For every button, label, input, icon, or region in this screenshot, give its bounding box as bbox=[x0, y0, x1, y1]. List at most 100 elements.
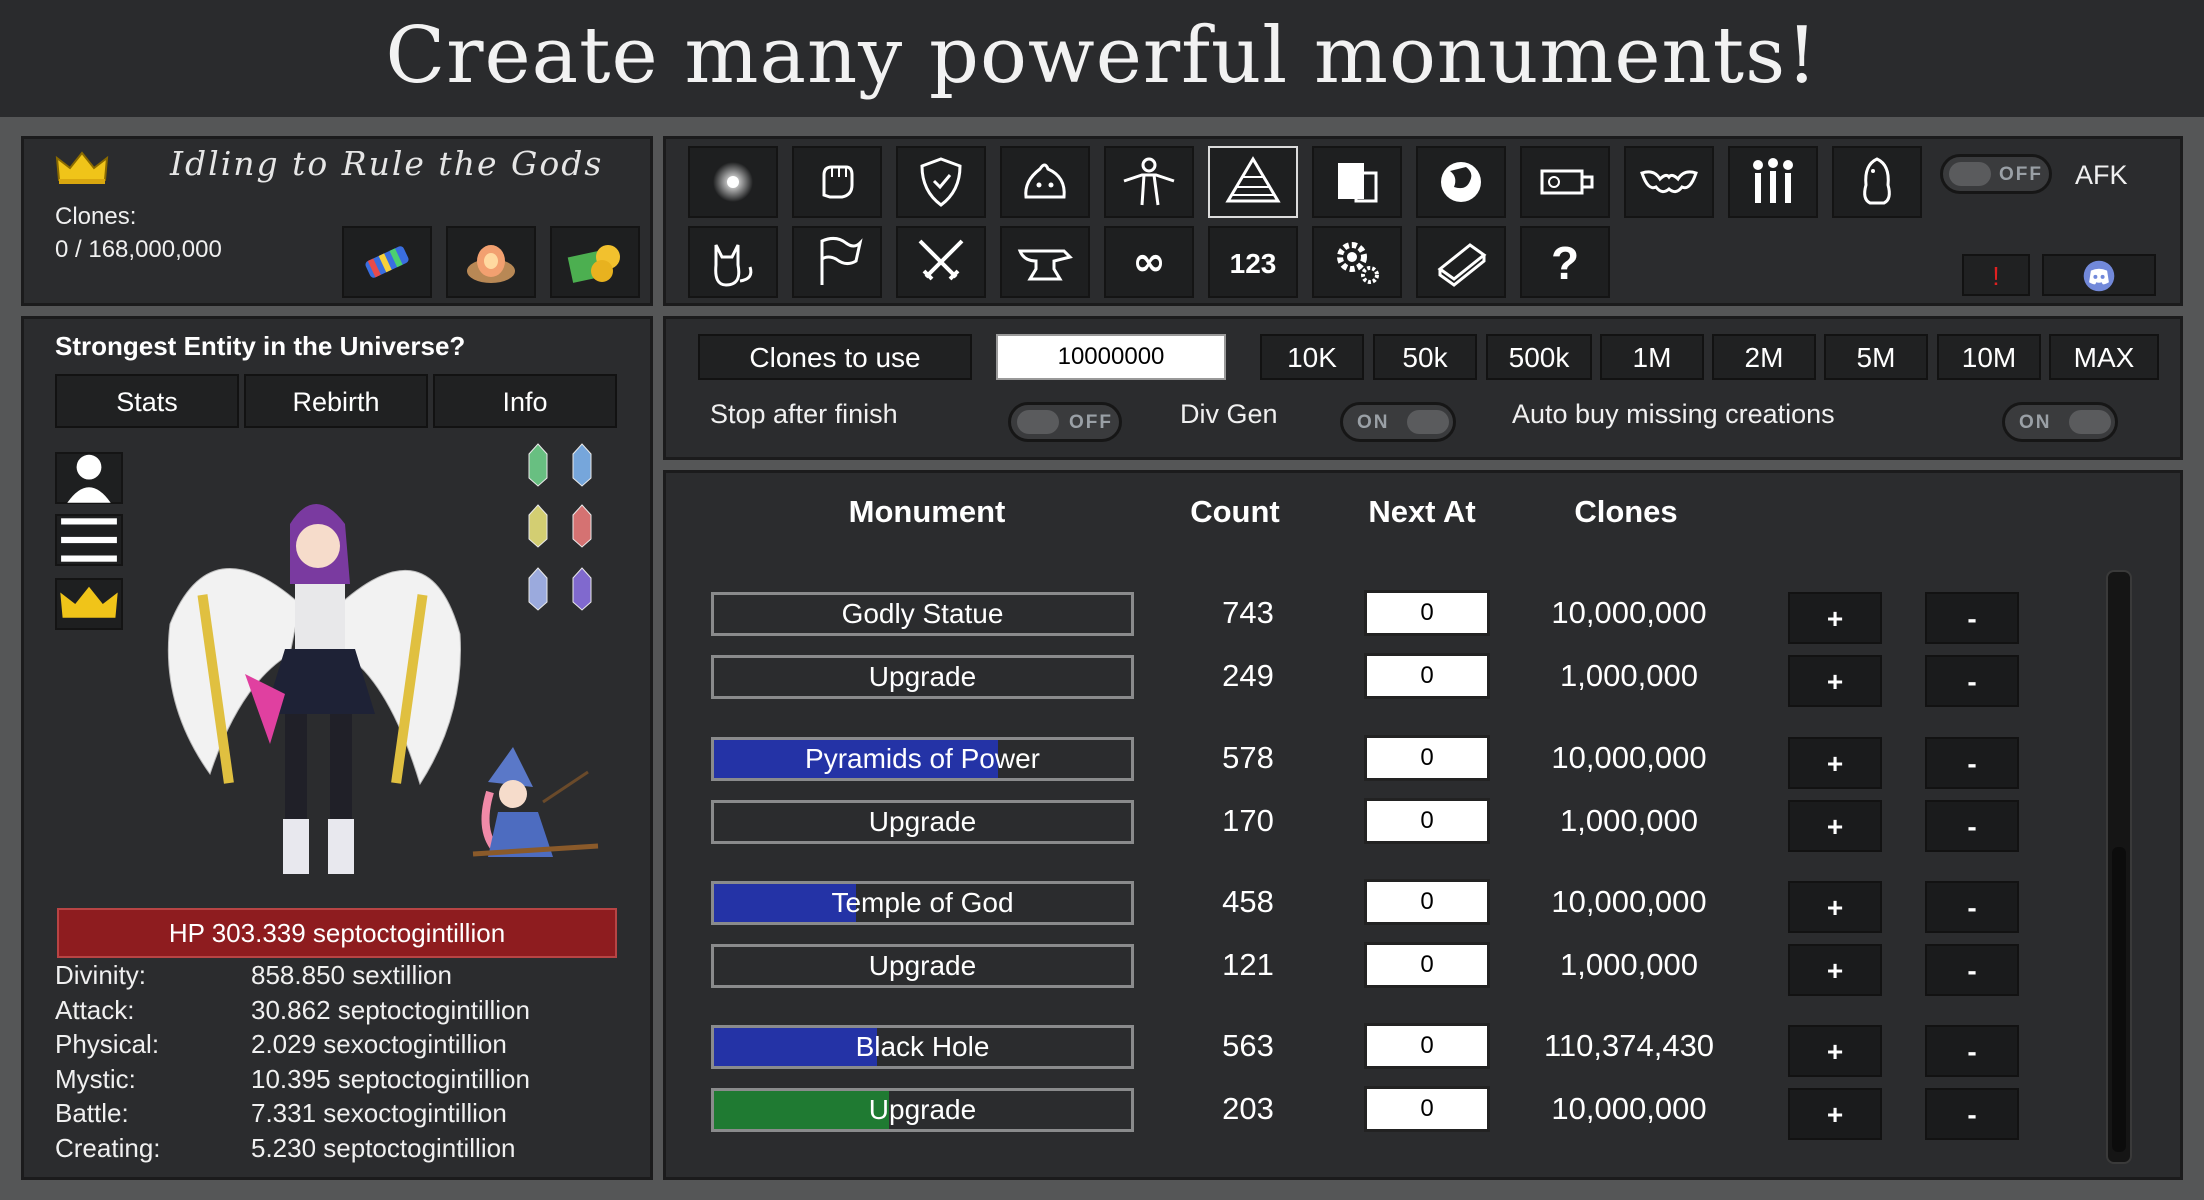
people-nav-button[interactable] bbox=[1728, 146, 1818, 218]
monuments-scrollbar[interactable] bbox=[2106, 570, 2132, 1164]
next-at-input[interactable] bbox=[1364, 942, 1490, 988]
preset-10k-button[interactable]: 10K bbox=[1260, 334, 1364, 380]
remove-clones-button[interactable]: - bbox=[1925, 881, 2019, 933]
anvil-nav-button[interactable] bbox=[1000, 226, 1090, 298]
pyramid-icon bbox=[1225, 156, 1281, 203]
preset-500k-button[interactable]: 500k bbox=[1486, 334, 1592, 380]
tab-info[interactable]: Info bbox=[433, 374, 617, 428]
stat-value: 2.029 sexoctogintillion bbox=[251, 1029, 507, 1059]
add-clones-button[interactable]: + bbox=[1788, 655, 1882, 707]
crown-logo-icon bbox=[55, 150, 109, 186]
add-clones-button[interactable]: + bbox=[1788, 1088, 1882, 1140]
tab-rebirth[interactable]: Rebirth bbox=[244, 374, 428, 428]
fist-nav-button[interactable] bbox=[792, 146, 882, 218]
cat-icon bbox=[714, 244, 753, 287]
flag-nav-button[interactable] bbox=[792, 226, 882, 298]
monument-clones: 1,000,000 bbox=[1560, 658, 1698, 693]
auto-buy-toggle[interactable]: ON bbox=[2002, 402, 2118, 442]
upgrade-bar[interactable]: Upgrade bbox=[711, 944, 1134, 988]
egg-nest-item-button[interactable] bbox=[446, 226, 536, 298]
fist-icon bbox=[822, 165, 854, 199]
remove-clones-button[interactable]: - bbox=[1925, 944, 2019, 996]
remove-clones-button[interactable]: - bbox=[1925, 800, 2019, 852]
crossed-swords-nav-button[interactable] bbox=[896, 226, 986, 298]
gear-nav-button[interactable] bbox=[1312, 226, 1402, 298]
map-nav-button[interactable] bbox=[1312, 146, 1402, 218]
next-at-input[interactable] bbox=[1364, 798, 1490, 844]
slime-nav-button[interactable] bbox=[1000, 146, 1090, 218]
money-item-button[interactable] bbox=[550, 226, 640, 298]
next-at-input[interactable] bbox=[1364, 1023, 1490, 1069]
figure-nav-button[interactable] bbox=[1104, 146, 1194, 218]
add-clones-button[interactable]: + bbox=[1788, 944, 1882, 996]
monument-clones: 1,000,000 bbox=[1560, 947, 1698, 982]
add-clones-button[interactable]: + bbox=[1788, 881, 1882, 933]
stat-label: Divinity: bbox=[55, 960, 147, 990]
next-at-input[interactable] bbox=[1364, 1086, 1490, 1132]
flag-icon bbox=[820, 236, 863, 285]
cat-nav-button[interactable] bbox=[688, 226, 778, 298]
pyramids-of-power-bar[interactable]: Pyramids of Power bbox=[711, 737, 1134, 781]
globe-nav-button[interactable] bbox=[1416, 146, 1506, 218]
upgrade-bar[interactable]: Upgrade bbox=[711, 655, 1134, 699]
preset-10m-button[interactable]: 10M bbox=[1937, 334, 2041, 380]
remove-clones-button[interactable]: - bbox=[1925, 1025, 2019, 1077]
black-hole-bar[interactable]: Black Hole bbox=[711, 1025, 1134, 1069]
book-nav-button[interactable] bbox=[1416, 226, 1506, 298]
afk-toggle[interactable]: OFF bbox=[1940, 154, 2052, 194]
question-icon: ? bbox=[1551, 237, 1579, 289]
next-at-input[interactable] bbox=[1364, 879, 1490, 925]
monument-name: Black Hole bbox=[855, 1031, 990, 1062]
candy-item-button[interactable] bbox=[342, 226, 432, 298]
preset-5m-button[interactable]: 5M bbox=[1824, 334, 1928, 380]
add-clones-button[interactable]: + bbox=[1788, 737, 1882, 789]
add-clones-button[interactable]: + bbox=[1788, 1025, 1882, 1077]
preset-2m-button[interactable]: 2M bbox=[1712, 334, 1816, 380]
alert-button[interactable]: ! bbox=[1962, 254, 2030, 296]
bat-nav-button[interactable] bbox=[1624, 146, 1714, 218]
monument-clones: 110,374,430 bbox=[1543, 1028, 1715, 1063]
add-clones-button[interactable]: + bbox=[1788, 800, 1882, 852]
temple-of-god-bar[interactable]: Temple of God bbox=[711, 881, 1134, 925]
clones-to-use-input[interactable] bbox=[996, 334, 1226, 380]
remove-clones-button[interactable]: - bbox=[1925, 655, 2019, 707]
monument-count: 170 bbox=[1222, 803, 1274, 838]
shield-nav-button[interactable] bbox=[896, 146, 986, 218]
number-format-button[interactable]: 123 bbox=[1208, 226, 1298, 298]
discord-button[interactable] bbox=[2042, 254, 2156, 296]
question-nav-button[interactable]: ? bbox=[1520, 226, 1610, 298]
next-at-input[interactable] bbox=[1364, 653, 1490, 699]
remove-clones-button[interactable]: - bbox=[1925, 1088, 2019, 1140]
machine-nav-button[interactable] bbox=[1520, 146, 1610, 218]
soul-gem-icon bbox=[570, 566, 594, 612]
monument-name: Upgrade bbox=[868, 950, 977, 981]
monument-name: Upgrade bbox=[868, 661, 977, 692]
next-at-input[interactable] bbox=[1364, 590, 1490, 636]
game-title: Idling to Rule the Gods bbox=[170, 144, 604, 183]
preset-50k-button[interactable]: 50k bbox=[1373, 334, 1477, 380]
upgrade-bar[interactable]: Upgrade bbox=[711, 1088, 1134, 1132]
profile-button[interactable] bbox=[55, 452, 123, 504]
shield-icon bbox=[920, 157, 962, 207]
infinity-nav-button[interactable]: ∞ bbox=[1104, 226, 1194, 298]
monument-name: Upgrade bbox=[868, 806, 977, 837]
penguin-nav-button[interactable] bbox=[1832, 146, 1922, 218]
light-orb-nav-button[interactable] bbox=[688, 146, 778, 218]
remove-clones-button[interactable]: - bbox=[1925, 737, 2019, 789]
monument-count: 743 bbox=[1222, 595, 1274, 630]
pyramid-nav-button[interactable] bbox=[1208, 146, 1298, 218]
preset-max-button[interactable]: MAX bbox=[2049, 334, 2159, 380]
add-clones-button[interactable]: + bbox=[1788, 592, 1882, 644]
next-at-input[interactable] bbox=[1364, 735, 1490, 781]
svg-text:?: ? bbox=[1551, 237, 1579, 289]
preset-1m-button[interactable]: 1M bbox=[1600, 334, 1704, 380]
scrollbar-thumb[interactable] bbox=[2112, 847, 2126, 1152]
upgrade-bar[interactable]: Upgrade bbox=[711, 800, 1134, 844]
godly-statue-bar[interactable]: Godly Statue bbox=[711, 592, 1134, 636]
tab-stats[interactable]: Stats bbox=[55, 374, 239, 428]
stop-after-finish-toggle[interactable]: OFF bbox=[1008, 402, 1122, 442]
crown-button[interactable] bbox=[55, 578, 123, 630]
div-gen-toggle[interactable]: ON bbox=[1340, 402, 1456, 442]
remove-clones-button[interactable]: - bbox=[1925, 592, 2019, 644]
menu-button[interactable] bbox=[55, 514, 123, 566]
